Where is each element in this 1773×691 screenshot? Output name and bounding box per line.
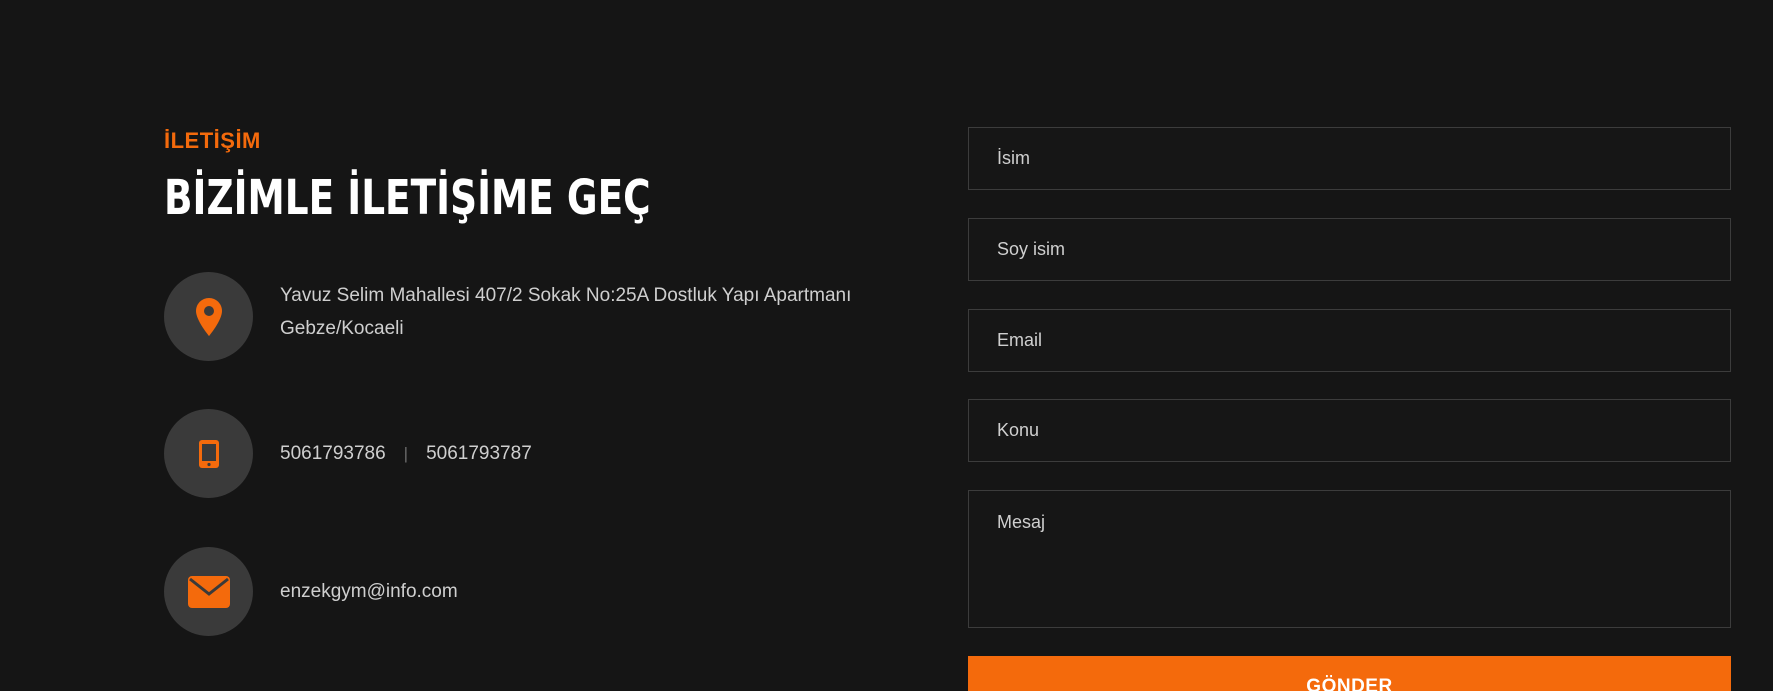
subject-input[interactable]: Konu	[968, 399, 1731, 462]
phone-separator: |	[403, 444, 409, 463]
phone-item: 5061793786 | 5061793787	[164, 409, 532, 498]
section-title: BİZİMLE İLETİŞİME GEÇ	[164, 170, 651, 226]
mobile-phone-icon	[198, 439, 219, 468]
envelope-icon	[187, 575, 230, 608]
email-icon-circle	[164, 547, 253, 636]
email-item: enzekgym@info.com	[164, 547, 458, 636]
phone-icon-circle	[164, 409, 253, 498]
contact-section: İLETİŞİM BİZİMLE İLETİŞİME GEÇ Yavuz Sel…	[0, 0, 1773, 691]
phone-link-2[interactable]: 5061793787	[426, 443, 532, 464]
first-name-input[interactable]: İsim	[968, 127, 1731, 190]
address-icon-circle	[164, 272, 253, 361]
last-name-input[interactable]: Soy isim	[968, 218, 1731, 281]
email-link[interactable]: enzekgym@info.com	[280, 575, 458, 608]
email-input[interactable]: Email	[968, 309, 1731, 372]
section-eyebrow: İLETİŞİM	[164, 128, 261, 153]
phone-numbers: 5061793786 | 5061793787	[280, 437, 532, 470]
message-textarea[interactable]: Mesaj	[968, 490, 1731, 628]
address-text: Yavuz Selim Mahallesi 407/2 Sokak No:25A…	[280, 284, 852, 339]
phone-link-1[interactable]: 5061793786	[280, 443, 386, 464]
address-item: Yavuz Selim Mahallesi 407/2 Sokak No:25A…	[164, 272, 920, 361]
submit-button[interactable]: GÖNDER	[968, 656, 1731, 691]
map-pin-icon	[195, 297, 222, 336]
